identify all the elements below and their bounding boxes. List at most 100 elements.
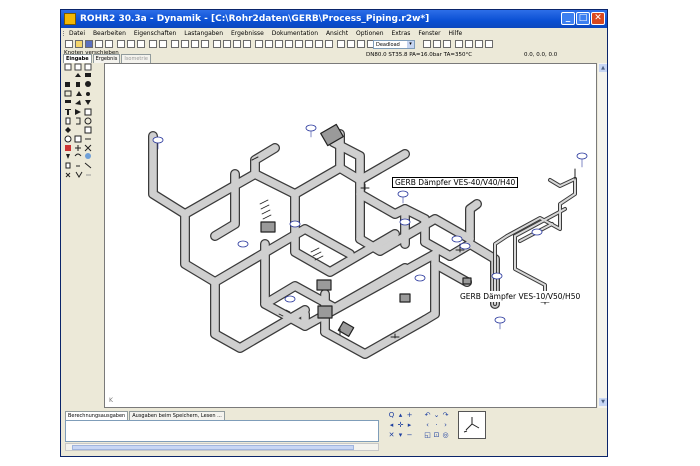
close-button[interactable]: ✕ bbox=[591, 12, 605, 25]
menu-optionen[interactable]: Optionen bbox=[356, 30, 384, 37]
undo-icon[interactable] bbox=[149, 40, 157, 48]
scroll-thumb[interactable] bbox=[72, 445, 354, 450]
pan-left-icon[interactable]: ◂ bbox=[387, 421, 396, 430]
menu-dokumentation[interactable]: Dokumentation bbox=[272, 30, 318, 37]
axis-marker: K bbox=[109, 397, 113, 404]
zoom-in-icon[interactable]: Q bbox=[387, 411, 396, 420]
pipe-status: DN80.0 ST35.8 PA=16.0bar TA=350°C bbox=[366, 52, 473, 58]
output-log[interactable] bbox=[65, 420, 379, 442]
zoom-plus-icon[interactable]: + bbox=[405, 411, 414, 420]
tab-ergebnis[interactable]: Ergebnis bbox=[92, 54, 121, 63]
color-icon[interactable] bbox=[485, 40, 493, 48]
menu-ergebnisse[interactable]: Ergebnisse bbox=[231, 30, 264, 37]
menu-lastangaben[interactable]: Lastangaben bbox=[184, 30, 223, 37]
node-edit-icon[interactable] bbox=[181, 40, 189, 48]
filter-icon[interactable] bbox=[423, 40, 431, 48]
tab-eingabe[interactable]: Eingabe bbox=[63, 54, 92, 63]
menu-fenster[interactable]: Fenster bbox=[418, 30, 440, 37]
sidebar-tabs: Eingabe Ergebnis Isometrie bbox=[63, 54, 152, 63]
measure-icon[interactable] bbox=[201, 40, 209, 48]
piping-isometric bbox=[148, 123, 588, 359]
menu-grip-icon bbox=[63, 31, 67, 36]
open-folder-icon[interactable] bbox=[75, 40, 83, 48]
tilt-right-icon[interactable]: › bbox=[441, 421, 450, 430]
iso-view-icon[interactable] bbox=[243, 40, 251, 48]
menu-datei[interactable]: Datei bbox=[69, 30, 85, 37]
copy-icon[interactable] bbox=[127, 40, 135, 48]
cut-icon[interactable] bbox=[117, 40, 125, 48]
minimize-button[interactable]: _ bbox=[561, 12, 575, 25]
menu-bearbeiten[interactable]: Bearbeiten bbox=[93, 30, 126, 37]
pan-up-icon[interactable]: ▴ bbox=[396, 411, 405, 420]
scroll-up-icon[interactable]: ▲ bbox=[599, 64, 607, 72]
pan-right-icon[interactable]: ▸ bbox=[405, 421, 414, 430]
redo-icon[interactable] bbox=[159, 40, 167, 48]
pan-down-icon[interactable]: ▾ bbox=[396, 431, 405, 440]
results-icon[interactable] bbox=[337, 40, 345, 48]
bend-icon[interactable] bbox=[295, 40, 303, 48]
menu-eigenschaften[interactable]: Eigenschaften bbox=[134, 30, 177, 37]
damper-annotation-1: GERB Dämpfer VES-40/V40/H40 bbox=[392, 177, 519, 188]
flag-icon[interactable] bbox=[465, 40, 473, 48]
zoom-minus-icon[interactable]: − bbox=[405, 431, 414, 440]
menu-extras[interactable]: Extras bbox=[391, 30, 410, 37]
calc-icon[interactable] bbox=[325, 40, 333, 48]
pencil-icon[interactable] bbox=[171, 40, 179, 48]
vertical-scrollbar[interactable]: ▲ ▼ bbox=[598, 63, 607, 408]
new-file-icon[interactable] bbox=[65, 40, 73, 48]
application-window: ROHR2 30.3a - Dynamik - [C:\Rohr2daten\G… bbox=[60, 9, 608, 457]
horizontal-scrollbar[interactable] bbox=[65, 443, 379, 451]
camera-icon[interactable] bbox=[455, 40, 463, 48]
print-icon[interactable] bbox=[95, 40, 103, 48]
loadcase-value: Deadload bbox=[376, 42, 400, 48]
save-icon[interactable] bbox=[85, 40, 93, 48]
view-navigation-pad: Q ▴ + ↶ ⌄ ↷ ◂ ✛ ▸ ‹ · › ✕ ▾ − ◱ ⊡ ◎ bbox=[387, 411, 457, 451]
output-panel: Berechnungsausgaben Ausgaben beim Speiche… bbox=[61, 409, 607, 456]
rotate-ccw-icon[interactable]: ↶ bbox=[423, 411, 432, 420]
zoom-icon[interactable] bbox=[191, 40, 199, 48]
menu-bar: Datei Bearbeiten Eigenschaften Lastangab… bbox=[61, 28, 607, 39]
main-toolbar: Deadload ▾ bbox=[61, 39, 607, 50]
stress-icon[interactable] bbox=[357, 40, 365, 48]
tab-isometrie[interactable]: Isometrie bbox=[121, 54, 151, 63]
view-iso-icon[interactable]: ◎ bbox=[441, 431, 450, 440]
chart-icon[interactable] bbox=[433, 40, 441, 48]
window-title: ROHR2 30.3a - Dynamik - [C:\Rohr2daten\G… bbox=[80, 14, 430, 24]
fit-view-icon[interactable] bbox=[233, 40, 241, 48]
scroll-down-icon[interactable]: ▼ bbox=[599, 398, 607, 406]
zoom-out-icon[interactable]: ✕ bbox=[387, 431, 396, 440]
axis-orientation-widget[interactable] bbox=[458, 411, 486, 439]
chevron-down-icon: ▾ bbox=[407, 41, 414, 48]
tool-palette bbox=[61, 63, 103, 409]
support-icon[interactable] bbox=[315, 40, 323, 48]
view-top-icon[interactable]: ◱ bbox=[423, 431, 432, 440]
paste-icon[interactable] bbox=[137, 40, 145, 48]
star-icon[interactable] bbox=[475, 40, 483, 48]
arrow-icon[interactable] bbox=[275, 40, 283, 48]
menu-ansicht[interactable]: Ansicht bbox=[326, 30, 348, 37]
center-icon[interactable]: ✛ bbox=[396, 421, 405, 430]
grid-icon[interactable] bbox=[255, 40, 263, 48]
deform-icon[interactable] bbox=[347, 40, 355, 48]
rotate-down-icon[interactable]: ⌄ bbox=[432, 411, 441, 420]
menu-hilfe[interactable]: Hilfe bbox=[449, 30, 463, 37]
maximize-button[interactable]: □ bbox=[576, 12, 590, 25]
title-bar[interactable]: ROHR2 30.3a - Dynamik - [C:\Rohr2daten\G… bbox=[61, 10, 607, 28]
tilt-center-icon[interactable]: · bbox=[432, 421, 441, 430]
tool-palette-icons[interactable] bbox=[61, 63, 103, 203]
rotate-cw-icon[interactable]: ↷ bbox=[441, 411, 450, 420]
table-icon[interactable] bbox=[443, 40, 451, 48]
drawing-canvas[interactable]: GERB Dämpfer VES-40/V40/H40 GERB Dämpfer… bbox=[104, 63, 597, 408]
app-logo-icon bbox=[64, 13, 76, 25]
loadcase-combo[interactable]: Deadload ▾ bbox=[373, 40, 415, 49]
dimension-icon[interactable] bbox=[305, 40, 313, 48]
layers-icon[interactable] bbox=[265, 40, 273, 48]
tilt-left-icon[interactable]: ‹ bbox=[423, 421, 432, 430]
pan-icon[interactable] bbox=[223, 40, 231, 48]
preview-icon[interactable] bbox=[105, 40, 113, 48]
rotate-icon[interactable] bbox=[213, 40, 221, 48]
cursor-coords: 0.0, 0.0, 0.0 bbox=[524, 52, 558, 58]
damper-annotation-2: GERB Dämpfer VES-10/V50/H50 bbox=[457, 291, 584, 302]
view-fit-icon[interactable]: ⊡ bbox=[432, 431, 441, 440]
diagonal-icon[interactable] bbox=[285, 40, 293, 48]
